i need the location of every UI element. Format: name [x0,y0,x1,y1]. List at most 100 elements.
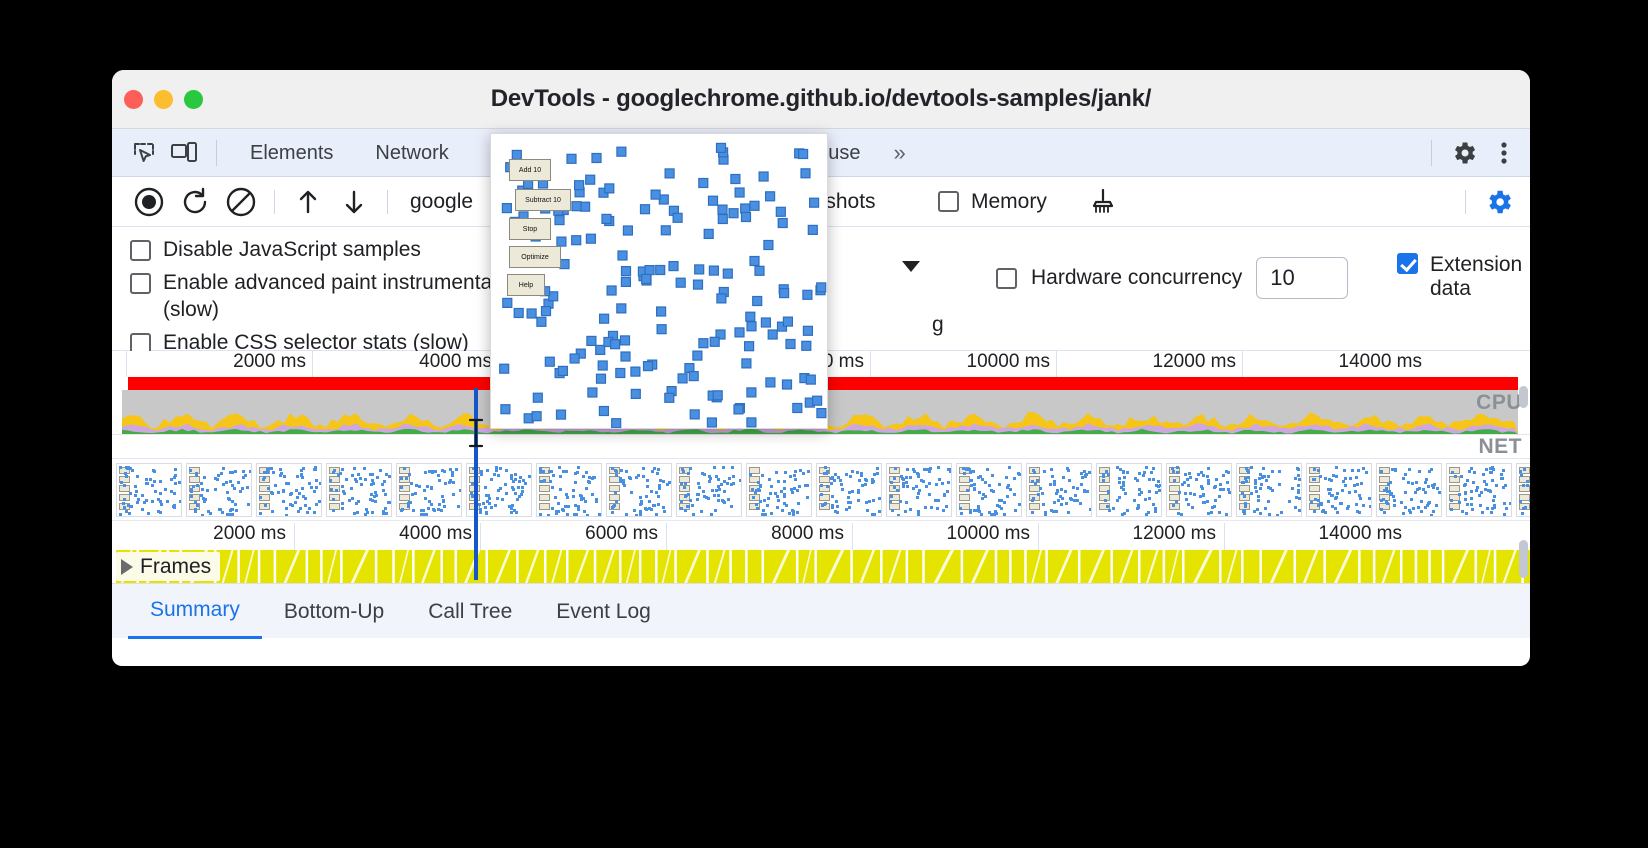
ruler-tick: 6000 ms [480,523,666,551]
overview-right-handle[interactable] [1519,386,1528,408]
ruler-tick: 2000 ms [112,523,294,551]
timeline-vertical-scrollbar[interactable] [1519,540,1528,578]
traffic-lights [124,90,203,109]
tab-call-tree[interactable]: Call Tree [406,585,534,638]
popup-button-optimize[interactable]: Optimize [509,246,561,268]
tab-summary[interactable]: Summary [128,583,262,639]
filmstrip-thumbnail[interactable] [1306,462,1372,517]
cpu-label: CPU [1476,391,1522,414]
filmstrip-thumbnail[interactable] [886,462,952,517]
popup-button-help[interactable]: Help [507,274,545,296]
capture-settings-gear-icon[interactable] [1476,182,1522,222]
gear-icon[interactable] [1444,135,1484,171]
toolbar-divider-1 [274,189,275,214]
filmstrip-thumbnail[interactable] [396,462,462,517]
filmstrip-thumbnail[interactable] [1166,462,1232,517]
extension-data-label: Extension data [1430,253,1523,301]
extension-data-checkbox[interactable] [1397,253,1418,274]
frames-track[interactable]: Frames [112,550,1530,583]
frames-group-header[interactable]: Frames [116,552,221,581]
ruler-tick: 4000 ms [312,351,498,377]
ruler-tick: 10000 ms [852,523,1038,551]
net-label: NET [1478,435,1522,458]
more-tabs-icon[interactable]: » [881,129,917,177]
filmstrip-thumbnail[interactable] [606,462,672,517]
window-title: DevTools - googlechrome.github.io/devtoo… [490,85,1152,112]
timeline-ruler[interactable]: 2000 ms 4000 ms 6000 ms 8000 ms 10000 ms 1200… [112,520,1530,551]
reload-and-record-icon[interactable] [172,182,218,222]
tabstrip-divider [216,139,217,166]
screen: DevTools - googlechrome.github.io/devtoo… [0,0,1648,848]
filmstrip-thumbnail[interactable] [1376,462,1442,517]
filmstrip-thumbnail[interactable] [1446,462,1512,517]
disable-js-samples-label: Disable JavaScript samples [163,238,421,261]
ruler-tick: 12000 ms [1056,351,1242,377]
ruler-tick: 14000 ms [1224,523,1410,551]
ruler-tick: 14000 ms [1242,351,1428,377]
memory-label: Memory [971,189,1047,213]
window-titlebar: DevTools - googlechrome.github.io/devtoo… [112,70,1530,129]
filmstrip-thumbnail[interactable] [1516,462,1530,517]
filmstrip-thumbnail[interactable] [676,462,742,517]
ruler-tick: 12000 ms [1038,523,1224,551]
clear-icon[interactable] [218,182,264,222]
broom-icon[interactable] [1080,182,1126,222]
filmstrip-thumbnail[interactable] [326,462,392,517]
ruler-tick: 8000 ms [666,523,852,551]
ruler-tick: 2000 ms [126,351,312,377]
tab-event-log[interactable]: Event Log [534,585,673,638]
filmstrip[interactable] [112,458,1530,520]
filmstrip-thumbnail[interactable] [256,462,322,517]
download-icon[interactable] [331,182,377,222]
memory-checkbox[interactable] [938,191,959,212]
ruler-tick: 10000 ms [870,351,1056,377]
minimize-window-button[interactable] [154,90,173,109]
hardware-concurrency-input[interactable]: 10 [1256,257,1349,299]
playhead-handle[interactable] [468,418,484,448]
filmstrip-thumbnail[interactable] [186,462,252,517]
recording-url-label: google [410,189,474,213]
hardware-concurrency-group[interactable]: Hardware concurrency 10 [996,257,1349,299]
record-icon[interactable] [126,182,172,222]
tabstrip-right-divider [1431,140,1432,166]
filmstrip-thumbnail[interactable] [1096,462,1162,517]
filmstrip-thumbnail[interactable] [536,462,602,517]
details-tabbar: Summary Bottom-Up Call Tree Event Log [112,583,1530,639]
close-window-button[interactable] [124,90,143,109]
maximize-window-button[interactable] [184,90,203,109]
device-toolbar-icon[interactable] [164,135,204,171]
toolbar-right-actions [1455,177,1522,227]
filmstrip-thumbnail[interactable] [816,462,882,517]
tab-bottom-up[interactable]: Bottom-Up [262,585,406,638]
tabstrip-right-actions [1419,129,1524,177]
popup-button-add-10[interactable]: Add 10 [509,159,551,181]
filmstrip-thumbnail[interactable] [116,462,182,517]
tab-elements[interactable]: Elements [229,129,354,177]
popup-button-subtract-10[interactable]: Subtract 10 [515,189,571,211]
hardware-concurrency-label: Hardware concurrency [1031,266,1243,289]
filmstrip-thumbnail[interactable] [956,462,1022,517]
network-throttling-dropdown[interactable] [902,261,920,272]
filmstrip-thumbnail[interactable] [746,462,812,517]
timeline-playhead[interactable] [474,470,478,580]
inspect-element-icon[interactable] [124,135,164,171]
advanced-paint-checkbox[interactable] [130,273,151,295]
toolbar-divider-2 [387,189,388,214]
frames-bars [116,550,1530,583]
filmstrip-thumbnail[interactable] [1026,462,1092,517]
upload-icon[interactable] [285,182,331,222]
overview-network-chart[interactable]: NET [112,434,1530,458]
extension-data-group[interactable]: Extension data [1397,253,1530,301]
filmstrip-thumbnail[interactable] [1236,462,1302,517]
frames-label: Frames [140,554,212,578]
tab-network[interactable]: Network [354,129,469,177]
memory-checkbox-group[interactable]: Memory [938,190,1047,214]
toolbar-divider-3 [1465,190,1466,214]
chevron-down-icon[interactable] [902,261,920,272]
popup-button-stop[interactable]: Stop [509,218,551,240]
disable-js-samples-checkbox[interactable] [130,240,151,261]
triangle-right-icon[interactable] [121,558,133,575]
hardware-concurrency-checkbox[interactable] [996,267,1017,289]
kebab-menu-icon[interactable] [1484,135,1524,171]
ruler-tick: 4000 ms [294,523,480,551]
